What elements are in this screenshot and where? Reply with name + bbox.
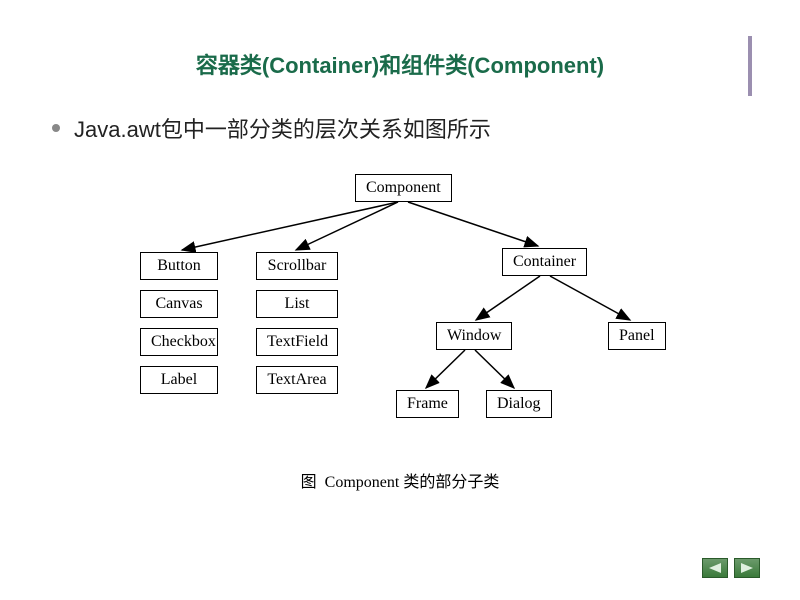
hierarchy-diagram: Component Button Canvas Checkbox Label S…: [110, 172, 690, 462]
triangle-left-icon: [709, 563, 721, 573]
node-canvas: Canvas: [140, 290, 218, 318]
node-panel: Panel: [608, 322, 666, 350]
bullet-icon: [52, 124, 60, 132]
node-component: Component: [355, 174, 452, 202]
bullet-item: Java.awt包中一部分类的层次关系如图所示: [0, 112, 800, 144]
node-scrollbar: Scrollbar: [256, 252, 338, 280]
node-list: List: [256, 290, 338, 318]
node-textfield: TextField: [256, 328, 338, 356]
nav-buttons: [702, 558, 760, 578]
node-window: Window: [436, 322, 512, 350]
node-dialog: Dialog: [486, 390, 552, 418]
caption-prefix: 图: [301, 474, 317, 491]
caption-text: Component 类的部分子类: [325, 474, 500, 491]
node-container: Container: [502, 248, 587, 276]
triangle-right-icon: [741, 563, 753, 573]
page-title: 容器类(Container)和组件类(Component): [0, 0, 800, 112]
bullet-text: Java.awt包中一部分类的层次关系如图所示: [74, 112, 491, 144]
accent-bar: [748, 36, 752, 96]
node-button: Button: [140, 252, 218, 280]
node-label: Label: [140, 366, 218, 394]
prev-button[interactable]: [702, 558, 728, 578]
node-checkbox: Checkbox: [140, 328, 218, 356]
diagram-caption: 图 Component 类的部分子类: [0, 468, 800, 492]
node-frame: Frame: [396, 390, 459, 418]
node-textarea: TextArea: [256, 366, 338, 394]
next-button[interactable]: [734, 558, 760, 578]
